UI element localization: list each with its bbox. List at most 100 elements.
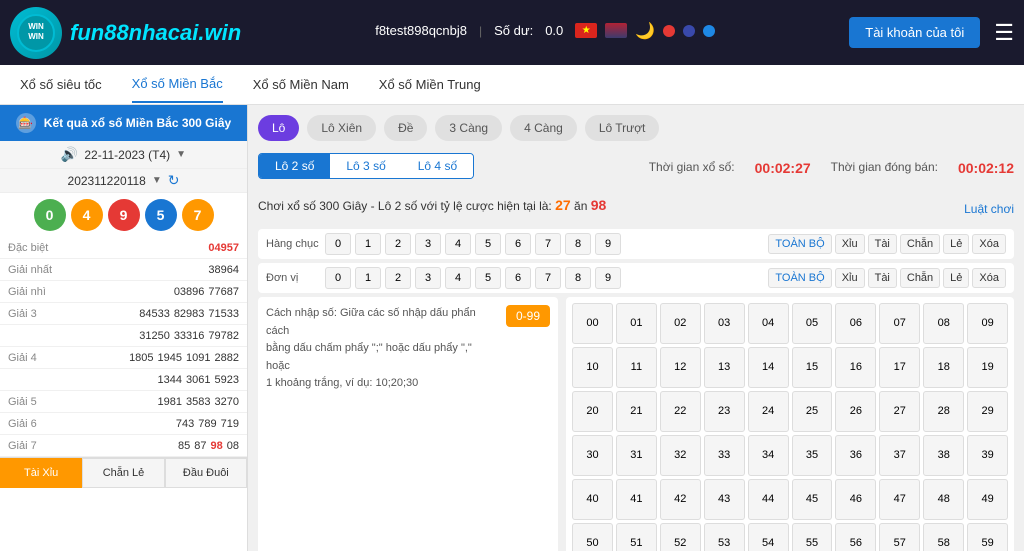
tab-chan-le[interactable]: Chẵn Lẻ [82,458,164,488]
grid-num-14[interactable]: 14 [748,347,789,388]
grid-num-55[interactable]: 55 [792,523,833,551]
dv-btn-9[interactable]: 9 [595,267,621,289]
grid-num-23[interactable]: 23 [704,391,745,432]
grid-num-40[interactable]: 40 [572,479,613,520]
grid-num-26[interactable]: 26 [835,391,876,432]
tab-lo-xien[interactable]: Lô Xiên [307,115,376,141]
grid-num-42[interactable]: 42 [660,479,701,520]
dv-toan-bo[interactable]: TOÀN BỘ [768,268,831,288]
dv-le[interactable]: Lẻ [943,268,969,288]
nav-mien-trung[interactable]: Xổ số Miền Trung [379,67,481,102]
tab-lo[interactable]: Lô [258,115,299,141]
grid-num-51[interactable]: 51 [616,523,657,551]
tab-lo-truot[interactable]: Lô Trượt [585,115,660,141]
grid-num-58[interactable]: 58 [923,523,964,551]
grid-num-53[interactable]: 53 [704,523,745,551]
hc-chan[interactable]: Chẵn [900,234,940,254]
grid-num-59[interactable]: 59 [967,523,1008,551]
dv-btn-6[interactable]: 6 [505,267,531,289]
tab-4-cang[interactable]: 4 Càng [510,115,577,141]
grid-num-50[interactable]: 50 [572,523,613,551]
grid-num-45[interactable]: 45 [792,479,833,520]
grid-num-28[interactable]: 28 [923,391,964,432]
grid-num-16[interactable]: 16 [835,347,876,388]
grid-num-46[interactable]: 46 [835,479,876,520]
hc-btn-3[interactable]: 3 [415,233,441,255]
grid-num-06[interactable]: 06 [835,303,876,344]
account-button[interactable]: Tài khoản của tôi [849,17,980,48]
hc-le[interactable]: Lẻ [943,234,969,254]
dv-btn-2[interactable]: 2 [385,267,411,289]
hc-btn-8[interactable]: 8 [565,233,591,255]
grid-num-34[interactable]: 34 [748,435,789,476]
grid-num-47[interactable]: 47 [879,479,920,520]
grid-num-38[interactable]: 38 [923,435,964,476]
code-dropdown[interactable]: ▼ [152,175,162,186]
grid-num-13[interactable]: 13 [704,347,745,388]
grid-num-35[interactable]: 35 [792,435,833,476]
grid-num-15[interactable]: 15 [792,347,833,388]
hc-btn-9[interactable]: 9 [595,233,621,255]
nav-mien-bac[interactable]: Xổ số Miền Bắc [132,66,223,103]
hc-xiu[interactable]: Xỉu [835,234,865,254]
tab-3-cang[interactable]: 3 Càng [435,115,502,141]
grid-num-18[interactable]: 18 [923,347,964,388]
grid-num-54[interactable]: 54 [748,523,789,551]
dv-btn-5[interactable]: 5 [475,267,501,289]
grid-num-30[interactable]: 30 [572,435,613,476]
hc-btn-5[interactable]: 5 [475,233,501,255]
grid-num-09[interactable]: 09 [967,303,1008,344]
hc-btn-1[interactable]: 1 [355,233,381,255]
grid-num-19[interactable]: 19 [967,347,1008,388]
refresh-icon[interactable]: ↻ [168,172,180,189]
dv-tai[interactable]: Tài [868,268,897,288]
grid-num-11[interactable]: 11 [616,347,657,388]
tab-de[interactable]: Đề [384,115,427,141]
grid-num-20[interactable]: 20 [572,391,613,432]
grid-num-49[interactable]: 49 [967,479,1008,520]
dv-btn-1[interactable]: 1 [355,267,381,289]
grid-num-48[interactable]: 48 [923,479,964,520]
grid-num-36[interactable]: 36 [835,435,876,476]
tab-dau-duoi[interactable]: Đầu Đuôi [165,458,247,488]
grid-num-05[interactable]: 05 [792,303,833,344]
grid-num-24[interactable]: 24 [748,391,789,432]
grid-num-00[interactable]: 00 [572,303,613,344]
hc-tai[interactable]: Tài [868,234,897,254]
grid-num-39[interactable]: 39 [967,435,1008,476]
grid-num-52[interactable]: 52 [660,523,701,551]
sub-tab-lo-2[interactable]: Lô 2 số [259,154,330,178]
dv-xoa[interactable]: Xóa [972,268,1006,288]
grid-num-43[interactable]: 43 [704,479,745,520]
grid-num-27[interactable]: 27 [879,391,920,432]
nav-sieu-toc[interactable]: Xổ số siêu tốc [20,67,102,102]
grid-num-41[interactable]: 41 [616,479,657,520]
hc-btn-7[interactable]: 7 [535,233,561,255]
grid-num-10[interactable]: 10 [572,347,613,388]
dv-btn-0[interactable]: 0 [325,267,351,289]
hc-toan-bo[interactable]: TOÀN BỘ [768,234,831,254]
grid-num-56[interactable]: 56 [835,523,876,551]
sub-tab-lo-3[interactable]: Lô 3 số [330,154,401,178]
luat-choi-link[interactable]: Luật chơi [964,202,1014,216]
grid-num-37[interactable]: 37 [879,435,920,476]
hc-btn-0[interactable]: 0 [325,233,351,255]
grid-num-02[interactable]: 02 [660,303,701,344]
dv-btn-8[interactable]: 8 [565,267,591,289]
grid-num-22[interactable]: 22 [660,391,701,432]
grid-num-01[interactable]: 01 [616,303,657,344]
hc-btn-2[interactable]: 2 [385,233,411,255]
date-dropdown[interactable]: ▼ [176,149,186,160]
grid-num-33[interactable]: 33 [704,435,745,476]
dv-chan[interactable]: Chẵn [900,268,940,288]
dv-btn-7[interactable]: 7 [535,267,561,289]
dv-btn-3[interactable]: 3 [415,267,441,289]
grid-num-12[interactable]: 12 [660,347,701,388]
hamburger-icon[interactable]: ☰ [994,20,1014,46]
hc-btn-6[interactable]: 6 [505,233,531,255]
hc-btn-4[interactable]: 4 [445,233,471,255]
grid-num-04[interactable]: 04 [748,303,789,344]
grid-num-29[interactable]: 29 [967,391,1008,432]
input-badge[interactable]: 0-99 [506,305,550,327]
grid-num-32[interactable]: 32 [660,435,701,476]
